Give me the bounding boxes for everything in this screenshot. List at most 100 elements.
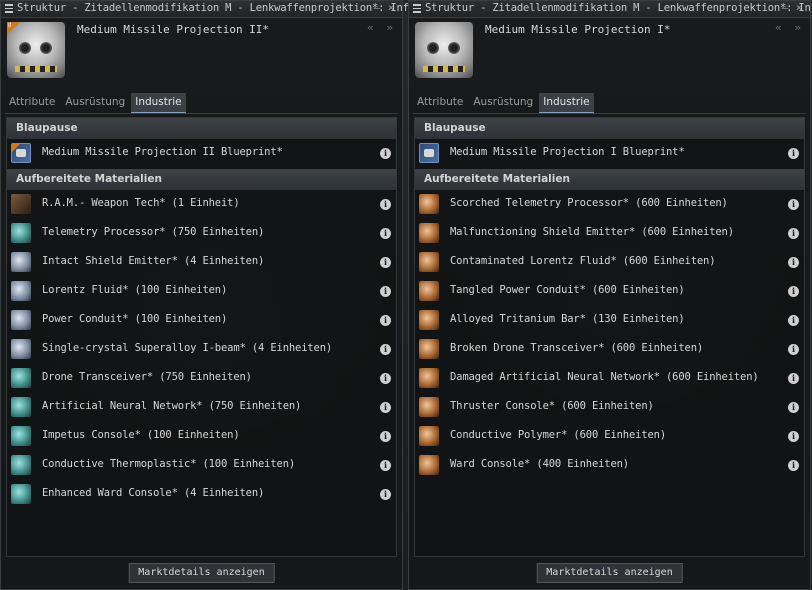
blueprint-row[interactable]: Medium Missile Projection II Blueprint* …: [7, 139, 396, 169]
thermoplastic-icon: [11, 455, 31, 475]
material-row[interactable]: Ward Console* (400 Einheiten) i: [415, 451, 804, 480]
material-row[interactable]: Contaminated Lorentz Fluid* (600 Einheit…: [415, 248, 804, 277]
tab-industrie[interactable]: Industrie: [539, 93, 594, 113]
shield-emitter-icon: [11, 252, 31, 272]
minimize-icon[interactable]: –: [372, 1, 382, 14]
info-icon[interactable]: i: [380, 402, 391, 413]
material-row[interactable]: Impetus Console* (100 Einheiten) i: [7, 422, 396, 451]
material-label: Conductive Polymer* (600 Einheiten): [450, 429, 667, 441]
info-icon[interactable]: i: [788, 431, 799, 442]
material-row[interactable]: Intact Shield Emitter* (4 Einheiten) i: [7, 248, 396, 277]
material-row[interactable]: Lorentz Fluid* (100 Einheiten) i: [7, 277, 396, 306]
info-icon[interactable]: i: [380, 489, 391, 500]
minimize-icon[interactable]: –: [780, 1, 790, 14]
material-label: Broken Drone Transceiver* (600 Einheiten…: [450, 342, 704, 354]
material-row[interactable]: Conductive Thermoplastic* (100 Einheiten…: [7, 451, 396, 480]
info-icon[interactable]: i: [380, 199, 391, 210]
material-row[interactable]: Power Conduit* (100 Einheiten) i: [7, 306, 396, 335]
close-icon[interactable]: ×: [794, 1, 804, 14]
tab-ausruestung[interactable]: Ausrüstung: [469, 93, 537, 112]
tab-attribute[interactable]: Attribute: [413, 93, 467, 112]
info-icon[interactable]: i: [380, 148, 391, 159]
market-details-button[interactable]: Marktdetails anzeigen: [536, 563, 683, 583]
material-row[interactable]: Conductive Polymer* (600 Einheiten) i: [415, 422, 804, 451]
tab-attribute[interactable]: Attribute: [5, 93, 59, 112]
window-title: Struktur - Zitadellenmodifikation M - Le…: [17, 2, 415, 14]
i-beam-icon: [11, 339, 31, 359]
close-icon[interactable]: ×: [386, 1, 396, 14]
window-titlebar[interactable]: Struktur - Zitadellenmodifikation M - Le…: [1, 1, 415, 18]
material-row[interactable]: Artificial Neural Network* (750 Einheite…: [7, 393, 396, 422]
info-icon[interactable]: i: [380, 344, 391, 355]
info-icon[interactable]: i: [788, 286, 799, 297]
window-titlebar[interactable]: Struktur - Zitadellenmodifikation M - Le…: [409, 1, 812, 18]
material-row[interactable]: Malfunctioning Shield Emitter* (600 Einh…: [415, 219, 804, 248]
info-icon[interactable]: i: [788, 460, 799, 471]
material-label: Power Conduit* (100 Einheiten): [42, 313, 228, 325]
impetus-console-icon: [11, 426, 31, 446]
material-row[interactable]: Telemetry Processor* (750 Einheiten) i: [7, 219, 396, 248]
info-icon[interactable]: i: [788, 402, 799, 413]
info-window-tech2: Struktur - Zitadellenmodifikation M - Le…: [0, 0, 415, 590]
ram-weapon-tech-icon: [11, 194, 31, 214]
item-name: Medium Missile Projection I*: [485, 23, 671, 36]
section-header-blueprint: Blaupause: [7, 118, 396, 139]
thruster-console-icon: [419, 397, 439, 417]
material-row[interactable]: Enhanced Ward Console* (4 Einheiten) i: [7, 480, 396, 509]
material-row[interactable]: Thruster Console* (600 Einheiten) i: [415, 393, 804, 422]
info-icon[interactable]: i: [380, 460, 391, 471]
scorched-telemetry-processor-icon: [419, 194, 439, 214]
malfunctioning-shield-emitter-icon: [419, 223, 439, 243]
info-icon[interactable]: i: [380, 286, 391, 297]
material-row[interactable]: Drone Transceiver* (750 Einheiten) i: [7, 364, 396, 393]
info-icon[interactable]: i: [788, 315, 799, 326]
info-icon[interactable]: i: [788, 228, 799, 239]
blueprint-row[interactable]: Medium Missile Projection I Blueprint* i: [415, 139, 804, 169]
info-icon[interactable]: i: [788, 257, 799, 268]
material-label: Contaminated Lorentz Fluid* (600 Einheit…: [450, 255, 716, 267]
info-icon[interactable]: i: [788, 148, 799, 159]
material-row[interactable]: Scorched Telemetry Processor* (600 Einhe…: [415, 190, 804, 219]
info-icon[interactable]: i: [380, 373, 391, 384]
material-row[interactable]: R.A.M.- Weapon Tech* (1 Einheit) i: [7, 190, 396, 219]
section-header-blueprint: Blaupause: [415, 118, 804, 139]
conductive-polymer-icon: [419, 426, 439, 446]
industry-panel: Blaupause Medium Missile Projection I Bl…: [414, 117, 805, 557]
blueprint-label: Medium Missile Projection I Blueprint*: [450, 146, 685, 158]
tab-bar: Attribute Ausrüstung Industrie: [5, 93, 398, 114]
tab-industrie[interactable]: Industrie: [131, 93, 186, 113]
material-row[interactable]: Alloyed Tritanium Bar* (130 Einheiten) i: [415, 306, 804, 335]
item-name: Medium Missile Projection II*: [77, 23, 270, 36]
info-icon[interactable]: i: [380, 257, 391, 268]
blueprint-icon: [419, 143, 439, 163]
blueprint-label: Medium Missile Projection II Blueprint*: [42, 146, 283, 158]
info-icon[interactable]: i: [788, 199, 799, 210]
tab-ausruestung[interactable]: Ausrüstung: [61, 93, 129, 112]
window-menu-icon[interactable]: [5, 4, 13, 13]
neural-network-icon: [11, 397, 31, 417]
info-icon[interactable]: i: [380, 228, 391, 239]
section-header-materials: Aufbereitete Materialien: [7, 169, 396, 190]
material-row[interactable]: Single-crystal Superalloy I-beam* (4 Ein…: [7, 335, 396, 364]
tech-level-badge-icon: II: [7, 22, 20, 35]
collapse-arrows-icon[interactable]: « »: [367, 21, 396, 34]
info-icon[interactable]: i: [380, 431, 391, 442]
market-details-button[interactable]: Marktdetails anzeigen: [128, 563, 275, 583]
material-label: Telemetry Processor* (750 Einheiten): [42, 226, 265, 238]
material-row[interactable]: Damaged Artificial Neural Network* (600 …: [415, 364, 804, 393]
material-label: Single-crystal Superalloy I-beam* (4 Ein…: [42, 342, 333, 354]
material-row[interactable]: Broken Drone Transceiver* (600 Einheiten…: [415, 335, 804, 364]
item-header: II Medium Missile Projection II* « »: [1, 18, 402, 92]
tangled-power-conduit-icon: [419, 281, 439, 301]
missile-projection-module-icon[interactable]: [415, 22, 473, 78]
material-label: R.A.M.- Weapon Tech* (1 Einheit): [42, 197, 240, 209]
material-label: Lorentz Fluid* (100 Einheiten): [42, 284, 228, 296]
info-icon[interactable]: i: [788, 344, 799, 355]
window-menu-icon[interactable]: [413, 4, 421, 13]
material-row[interactable]: Tangled Power Conduit* (600 Einheiten) i: [415, 277, 804, 306]
telemetry-processor-icon: [11, 223, 31, 243]
material-label: Intact Shield Emitter* (4 Einheiten): [42, 255, 265, 267]
info-icon[interactable]: i: [380, 315, 391, 326]
collapse-arrows-icon[interactable]: « »: [775, 21, 804, 34]
info-icon[interactable]: i: [788, 373, 799, 384]
